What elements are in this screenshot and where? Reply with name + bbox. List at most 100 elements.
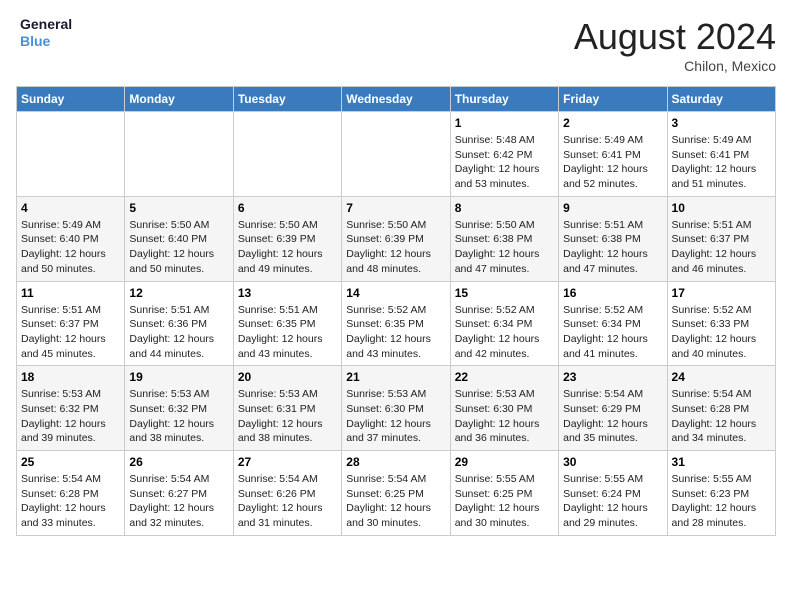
day-number: 22 <box>455 370 554 384</box>
day-info: Sunrise: 5:53 AMSunset: 6:31 PMDaylight:… <box>238 387 337 446</box>
day-number: 31 <box>672 455 771 469</box>
calendar-cell: 31 Sunrise: 5:55 AMSunset: 6:23 PMDayligh… <box>667 451 775 536</box>
calendar-cell <box>233 112 341 197</box>
day-number: 19 <box>129 370 228 384</box>
day-info: Sunrise: 5:51 AMSunset: 6:35 PMDaylight:… <box>238 303 337 362</box>
day-info: Sunrise: 5:55 AMSunset: 6:24 PMDaylight:… <box>563 472 662 531</box>
day-number: 4 <box>21 201 120 215</box>
calendar-cell: 5 Sunrise: 5:50 AMSunset: 6:40 PMDaylight… <box>125 196 233 281</box>
calendar-cell: 15 Sunrise: 5:52 AMSunset: 6:34 PMDayligh… <box>450 281 558 366</box>
day-number: 28 <box>346 455 445 469</box>
calendar-cell: 29 Sunrise: 5:55 AMSunset: 6:25 PMDayligh… <box>450 451 558 536</box>
day-number: 17 <box>672 286 771 300</box>
day-number: 30 <box>563 455 662 469</box>
day-info: Sunrise: 5:51 AMSunset: 6:36 PMDaylight:… <box>129 303 228 362</box>
calendar-week-row: 18 Sunrise: 5:53 AMSunset: 6:32 PMDayligh… <box>17 366 776 451</box>
weekday-header-friday: Friday <box>559 87 667 112</box>
day-number: 29 <box>455 455 554 469</box>
calendar-cell: 14 Sunrise: 5:52 AMSunset: 6:35 PMDayligh… <box>342 281 450 366</box>
calendar-week-row: 1 Sunrise: 5:48 AMSunset: 6:42 PMDaylight… <box>17 112 776 197</box>
calendar-week-row: 4Sunrise: 5:49 AMSunset: 6:40 PMDaylight… <box>17 196 776 281</box>
day-number: 23 <box>563 370 662 384</box>
weekday-header-monday: Monday <box>125 87 233 112</box>
calendar-cell: 26Sunrise: 5:54 AMSunset: 6:27 PMDayligh… <box>125 451 233 536</box>
day-number: 25 <box>21 455 120 469</box>
day-number: 6 <box>238 201 337 215</box>
day-number: 27 <box>238 455 337 469</box>
calendar-cell: 1 Sunrise: 5:48 AMSunset: 6:42 PMDaylight… <box>450 112 558 197</box>
day-info: Sunrise: 5:51 AMSunset: 6:38 PMDaylight:… <box>563 218 662 277</box>
day-info: Sunrise: 5:51 AMSunset: 6:37 PMDaylight:… <box>672 218 771 277</box>
day-info: Sunrise: 5:52 AMSunset: 6:35 PMDaylight:… <box>346 303 445 362</box>
day-number: 15 <box>455 286 554 300</box>
calendar-cell: 4Sunrise: 5:49 AMSunset: 6:40 PMDaylight… <box>17 196 125 281</box>
day-info: Sunrise: 5:50 AMSunset: 6:39 PMDaylight:… <box>346 218 445 277</box>
day-info: Sunrise: 5:48 AMSunset: 6:42 PMDaylight:… <box>455 133 554 192</box>
weekday-header-row: SundayMondayTuesdayWednesdayThursdayFrid… <box>17 87 776 112</box>
day-number: 14 <box>346 286 445 300</box>
calendar-cell: 18 Sunrise: 5:53 AMSunset: 6:32 PMDayligh… <box>17 366 125 451</box>
calendar-cell: 19Sunrise: 5:53 AMSunset: 6:32 PMDayligh… <box>125 366 233 451</box>
day-number: 10 <box>672 201 771 215</box>
weekday-header-sunday: Sunday <box>17 87 125 112</box>
calendar-cell: 6 Sunrise: 5:50 AMSunset: 6:39 PMDaylight… <box>233 196 341 281</box>
calendar-cell: 2 Sunrise: 5:49 AMSunset: 6:41 PMDaylight… <box>559 112 667 197</box>
day-number: 24 <box>672 370 771 384</box>
day-number: 18 <box>21 370 120 384</box>
calendar-cell: 11 Sunrise: 5:51 AMSunset: 6:37 PMDayligh… <box>17 281 125 366</box>
weekday-header-wednesday: Wednesday <box>342 87 450 112</box>
day-number: 1 <box>455 116 554 130</box>
day-info: Sunrise: 5:51 AMSunset: 6:37 PMDaylight:… <box>21 303 120 362</box>
day-info: Sunrise: 5:54 AMSunset: 6:28 PMDaylight:… <box>21 472 120 531</box>
day-info: Sunrise: 5:52 AMSunset: 6:34 PMDaylight:… <box>563 303 662 362</box>
day-info: Sunrise: 5:49 AMSunset: 6:41 PMDaylight:… <box>563 133 662 192</box>
calendar-cell: 21 Sunrise: 5:53 AMSunset: 6:30 PMDayligh… <box>342 366 450 451</box>
calendar-week-row: 25 Sunrise: 5:54 AMSunset: 6:28 PMDayligh… <box>17 451 776 536</box>
logo: General Blue GeneralBlue <box>16 16 72 50</box>
day-number: 13 <box>238 286 337 300</box>
day-info: Sunrise: 5:49 AMSunset: 6:41 PMDaylight:… <box>672 133 771 192</box>
day-info: Sunrise: 5:52 AMSunset: 6:33 PMDaylight:… <box>672 303 771 362</box>
calendar-cell: 7Sunrise: 5:50 AMSunset: 6:39 PMDaylight… <box>342 196 450 281</box>
day-number: 26 <box>129 455 228 469</box>
day-info: Sunrise: 5:53 AMSunset: 6:32 PMDaylight:… <box>21 387 120 446</box>
calendar-cell: 17 Sunrise: 5:52 AMSunset: 6:33 PMDayligh… <box>667 281 775 366</box>
calendar-cell: 22 Sunrise: 5:53 AMSunset: 6:30 PMDayligh… <box>450 366 558 451</box>
day-info: Sunrise: 5:52 AMSunset: 6:34 PMDaylight:… <box>455 303 554 362</box>
calendar-cell: 24 Sunrise: 5:54 AMSunset: 6:28 PMDayligh… <box>667 366 775 451</box>
calendar-cell: 27 Sunrise: 5:54 AMSunset: 6:26 PMDayligh… <box>233 451 341 536</box>
day-info: Sunrise: 5:53 AMSunset: 6:30 PMDaylight:… <box>455 387 554 446</box>
day-number: 5 <box>129 201 228 215</box>
day-number: 16 <box>563 286 662 300</box>
calendar-cell: 12 Sunrise: 5:51 AMSunset: 6:36 PMDayligh… <box>125 281 233 366</box>
day-info: Sunrise: 5:50 AMSunset: 6:40 PMDaylight:… <box>129 218 228 277</box>
day-info: Sunrise: 5:54 AMSunset: 6:28 PMDaylight:… <box>672 387 771 446</box>
page-header: General Blue GeneralBlue August 2024 Chi… <box>16 16 776 74</box>
day-info: Sunrise: 5:55 AMSunset: 6:23 PMDaylight:… <box>672 472 771 531</box>
day-info: Sunrise: 5:50 AMSunset: 6:39 PMDaylight:… <box>238 218 337 277</box>
weekday-header-thursday: Thursday <box>450 87 558 112</box>
calendar-cell: 3Sunrise: 5:49 AMSunset: 6:41 PMDaylight… <box>667 112 775 197</box>
day-number: 8 <box>455 201 554 215</box>
calendar-cell: 16 Sunrise: 5:52 AMSunset: 6:34 PMDayligh… <box>559 281 667 366</box>
day-info: Sunrise: 5:54 AMSunset: 6:29 PMDaylight:… <box>563 387 662 446</box>
day-info: Sunrise: 5:54 AMSunset: 6:25 PMDaylight:… <box>346 472 445 531</box>
day-number: 12 <box>129 286 228 300</box>
day-info: Sunrise: 5:53 AMSunset: 6:30 PMDaylight:… <box>346 387 445 446</box>
day-number: 2 <box>563 116 662 130</box>
day-info: Sunrise: 5:55 AMSunset: 6:25 PMDaylight:… <box>455 472 554 531</box>
calendar-cell: 20Sunrise: 5:53 AMSunset: 6:31 PMDayligh… <box>233 366 341 451</box>
calendar-cell: 28 Sunrise: 5:54 AMSunset: 6:25 PMDayligh… <box>342 451 450 536</box>
month-year-title: August 2024 <box>574 16 776 58</box>
day-number: 21 <box>346 370 445 384</box>
calendar-cell: 23 Sunrise: 5:54 AMSunset: 6:29 PMDayligh… <box>559 366 667 451</box>
calendar-cell: 8Sunrise: 5:50 AMSunset: 6:38 PMDaylight… <box>450 196 558 281</box>
logo-text: GeneralBlue <box>20 16 72 50</box>
calendar-cell: 9Sunrise: 5:51 AMSunset: 6:38 PMDaylight… <box>559 196 667 281</box>
day-info: Sunrise: 5:54 AMSunset: 6:26 PMDaylight:… <box>238 472 337 531</box>
calendar-table: SundayMondayTuesdayWednesdayThursdayFrid… <box>16 86 776 536</box>
calendar-week-row: 11 Sunrise: 5:51 AMSunset: 6:37 PMDayligh… <box>17 281 776 366</box>
day-number: 11 <box>21 286 120 300</box>
calendar-cell: 25 Sunrise: 5:54 AMSunset: 6:28 PMDayligh… <box>17 451 125 536</box>
weekday-header-tuesday: Tuesday <box>233 87 341 112</box>
